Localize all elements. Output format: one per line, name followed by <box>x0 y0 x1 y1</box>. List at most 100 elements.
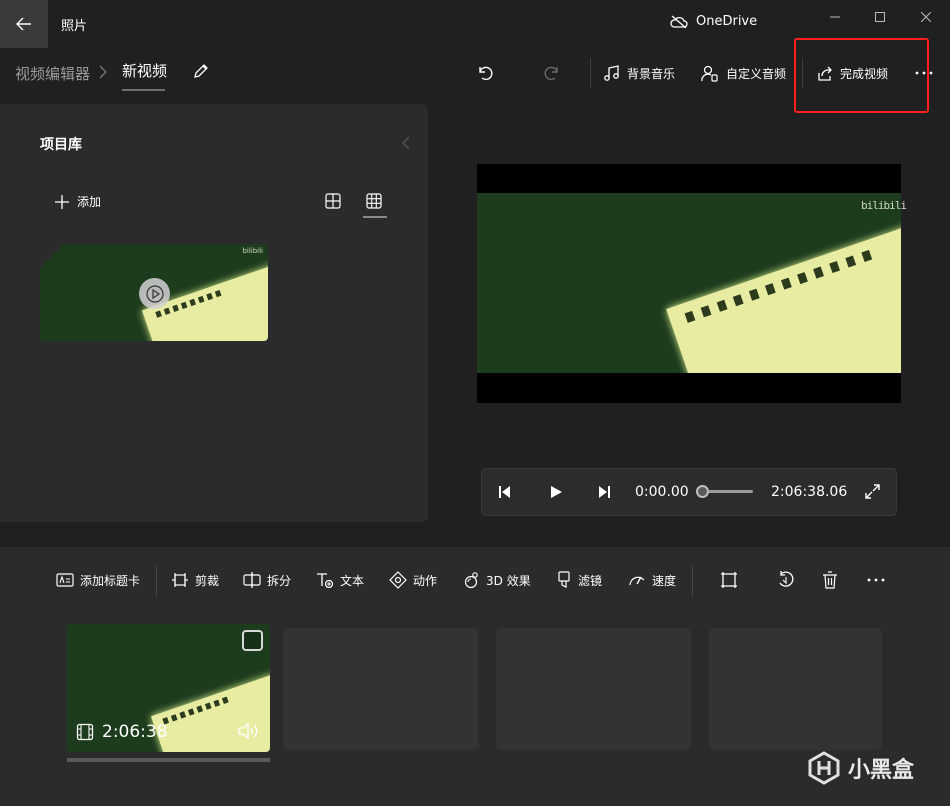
thumbnail-watermark: bilibili <box>242 247 263 255</box>
total-duration: 2:06:38.06 <box>771 484 848 500</box>
brand-watermark: 小黑盒 <box>808 751 914 785</box>
back-button[interactable] <box>0 0 48 48</box>
breadcrumb-underline <box>122 89 165 91</box>
step-forward-icon <box>599 486 610 498</box>
rotate-button[interactable] <box>777 570 795 590</box>
breadcrumb-current-project: 新视频 <box>122 62 168 80</box>
speed-label: 速度 <box>652 573 677 588</box>
add-title-card-label: 添加标题卡 <box>80 573 141 588</box>
small-grid-view-button[interactable] <box>366 193 382 209</box>
add-title-card-button[interactable]: 添加标题卡 <box>56 570 140 590</box>
minimize-button[interactable] <box>815 6 855 28</box>
undo-icon <box>479 66 493 81</box>
speedometer-icon <box>629 576 645 586</box>
text-button[interactable]: 文本 <box>316 570 364 590</box>
empty-clip-slot[interactable] <box>283 628 478 750</box>
previous-frame-button[interactable] <box>497 484 513 500</box>
cloud-off-icon <box>670 15 688 28</box>
preview-watermark: bilibili <box>861 199 907 212</box>
trash-icon <box>823 571 837 589</box>
trim-label: 剪裁 <box>195 573 220 588</box>
collapse-library-button[interactable] <box>401 136 411 150</box>
3d-effects-icon <box>464 572 478 589</box>
brand-text: 小黑盒 <box>848 758 915 783</box>
rotate-icon <box>779 571 794 587</box>
motion-label: 动作 <box>413 573 438 588</box>
add-media-label: 添加 <box>77 195 102 209</box>
resize-button[interactable] <box>720 570 738 590</box>
toolbar-divider <box>156 566 157 596</box>
clip-volume-button[interactable] <box>237 722 259 740</box>
split-label: 拆分 <box>267 573 292 588</box>
highlight-annotation <box>794 38 929 113</box>
empty-clip-slot[interactable] <box>496 628 691 750</box>
close-button[interactable] <box>906 6 946 28</box>
grid-small-icon <box>366 193 382 209</box>
view-selected-indicator <box>363 216 387 218</box>
pencil-icon <box>194 64 208 78</box>
seek-handle[interactable] <box>696 485 709 498</box>
clip-duration: 2:06:38 <box>76 722 168 742</box>
trim-button[interactable]: 剪裁 <box>171 570 219 590</box>
rename-button[interactable] <box>192 62 210 80</box>
preview-image-film <box>666 218 901 373</box>
3d-effects-button[interactable]: 3D 效果 <box>462 570 531 590</box>
clip-progress-bar <box>67 758 270 762</box>
empty-clip-slot[interactable] <box>709 628 882 750</box>
plus-icon <box>55 194 69 209</box>
filters-label: 滤镜 <box>578 573 603 588</box>
play-button[interactable] <box>548 484 564 500</box>
maximize-icon <box>875 12 885 22</box>
clip-duration-text: 2:06:38 <box>102 722 168 742</box>
background-music-button[interactable]: 背景音乐 <box>603 58 675 88</box>
add-media-button[interactable]: 添加 <box>55 193 101 210</box>
thumbnail-play-button[interactable] <box>139 278 170 309</box>
crop-frame-icon <box>721 572 737 588</box>
filters-button[interactable]: 滤镜 <box>556 570 602 590</box>
grid-large-icon <box>325 193 341 209</box>
split-button[interactable]: 拆分 <box>243 570 291 590</box>
preview-frame <box>477 193 901 373</box>
thumbnail-folded-corner <box>40 244 64 268</box>
undo-button[interactable] <box>476 58 494 88</box>
speed-button[interactable]: 速度 <box>628 570 676 590</box>
film-holes <box>162 696 229 725</box>
expand-icon <box>865 484 880 499</box>
text-label: 文本 <box>340 573 365 588</box>
onedrive-label: OneDrive <box>696 14 758 29</box>
filter-icon <box>558 571 570 588</box>
brand-logo-icon <box>808 751 840 785</box>
person-audio-icon <box>701 65 718 82</box>
background-music-label: 背景音乐 <box>627 66 676 81</box>
chevron-right-icon <box>98 64 108 80</box>
step-back-icon <box>499 486 510 498</box>
toolbar-divider <box>590 58 591 88</box>
more-dots-icon <box>867 578 885 582</box>
close-icon <box>921 12 931 22</box>
music-note-icon <box>604 64 619 81</box>
storyboard-more-button[interactable] <box>866 570 886 590</box>
current-time: 0:00.00 <box>635 484 689 500</box>
motion-icon <box>389 571 407 589</box>
breadcrumb-video-editor[interactable]: 视频编辑器 <box>15 63 90 84</box>
next-frame-button[interactable] <box>596 484 612 500</box>
film-holes <box>684 249 873 323</box>
minimize-icon <box>830 16 840 18</box>
redo-button[interactable] <box>543 58 561 88</box>
clip-select-checkbox[interactable] <box>242 630 263 651</box>
delete-button[interactable] <box>822 570 838 590</box>
chevron-left-icon <box>402 136 410 150</box>
play-icon <box>551 486 562 498</box>
play-icon <box>145 284 164 303</box>
title-card-icon <box>56 573 74 587</box>
large-grid-view-button[interactable] <box>325 193 341 209</box>
onedrive-status[interactable]: OneDrive <box>670 14 757 29</box>
maximize-button[interactable] <box>860 6 900 28</box>
speaker-icon <box>238 722 258 740</box>
motion-button[interactable]: 动作 <box>389 570 437 590</box>
fullscreen-button[interactable] <box>864 483 881 500</box>
custom-audio-button[interactable]: 自定义音频 <box>701 58 786 88</box>
text-icon <box>317 573 334 588</box>
custom-audio-label: 自定义音频 <box>726 66 787 81</box>
split-icon <box>243 572 261 588</box>
